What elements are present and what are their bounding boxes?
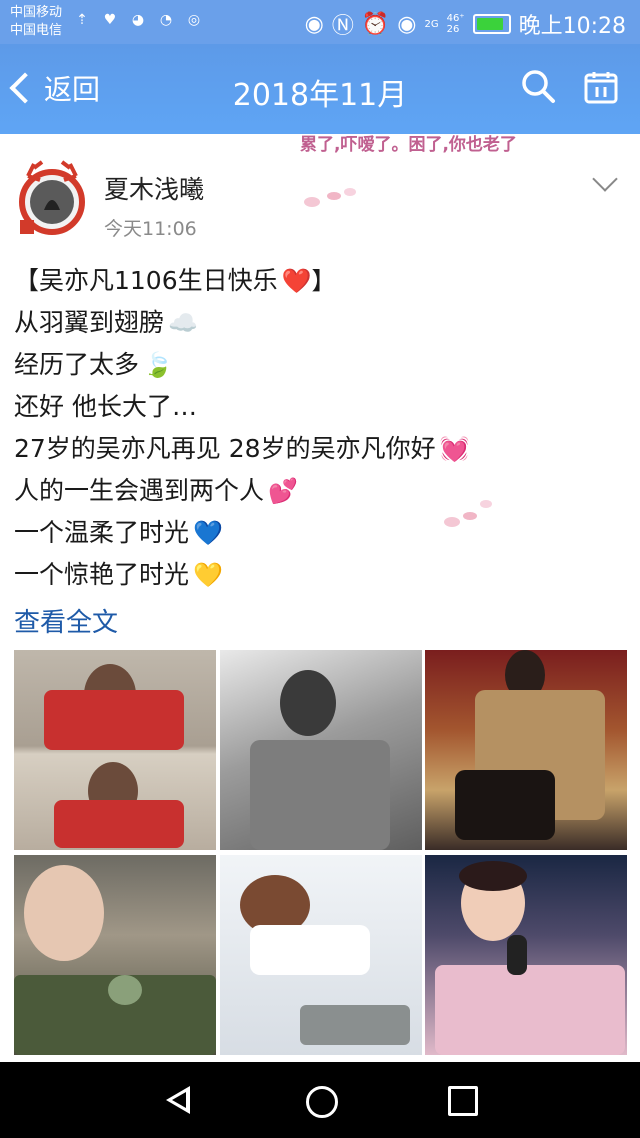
network-indicator: 46⁺ 26	[446, 13, 465, 35]
post-line: 经历了太多 🍃	[14, 350, 173, 379]
hotspot-icon: ◉	[304, 11, 324, 37]
post-author[interactable]: 夏木浅曦	[104, 170, 204, 206]
system-nav-bar	[0, 1062, 640, 1138]
photo-thumbnail[interactable]	[425, 650, 627, 850]
post-line: 还好 他长大了…	[14, 392, 197, 421]
post-line: 人的一生会遇到两个人 💕	[14, 476, 298, 505]
avatar[interactable]	[14, 160, 90, 236]
nav-home-icon[interactable]	[306, 1086, 338, 1118]
photo-thumbnail[interactable]	[425, 855, 627, 1055]
nfc-icon: Ⓝ	[331, 14, 354, 39]
photo-thumbnail[interactable]	[220, 650, 422, 850]
search-icon[interactable]	[520, 68, 556, 104]
view-full-text-link[interactable]: 查看全文	[14, 602, 118, 639]
top-header: 返回 2018年11月	[0, 44, 640, 134]
status-bar: 中国移动 中国电信 ⇡ ♥ ◕ ◔ ◎ ◉ Ⓝ ⏰ ◉ 2G 46⁺ 26 晚上1…	[0, 0, 640, 44]
nav-back-icon-inner	[172, 1092, 186, 1108]
calendar-icon[interactable]	[584, 70, 618, 104]
post-line: 一个惊艳了时光 💛	[14, 560, 223, 589]
weibo-icon-2: ◔	[159, 12, 173, 28]
battery-icon	[472, 14, 511, 34]
heart-icon: ♥	[103, 12, 117, 28]
nav-recents-icon[interactable]	[448, 1086, 478, 1116]
carrier-info: 中国移动 中国电信	[10, 4, 62, 40]
photo-thumbnail[interactable]	[14, 650, 216, 850]
post-line: 【吴亦凡1106生日快乐 ❤️】	[14, 266, 336, 295]
network-small: 2G	[424, 18, 439, 30]
post-text: 【吴亦凡1106生日快乐 ❤️】 从羽翼到翅膀 ☁️ 经历了太多 🍃 还好 他长大了……	[14, 260, 624, 596]
notification-icons: ⇡ ♥ ◕ ◔ ◎	[72, 10, 204, 30]
banner-decoration: 累了,吓嗳了。困了,你也老了	[0, 134, 640, 154]
carrier-2: 中国电信	[10, 23, 63, 38]
clock: 晚上10:28	[518, 14, 626, 39]
banner-text: 累了,吓嗳了。困了,你也老了	[300, 135, 517, 154]
weibo-icon: ◕	[131, 12, 145, 28]
upload-icon: ⇡	[76, 12, 88, 28]
photo-thumbnail[interactable]	[14, 855, 216, 1055]
status-right: ◉ Ⓝ ⏰ ◉ 2G 46⁺ 26 晚上10:28	[305, 8, 626, 40]
chevron-down-icon[interactable]	[592, 166, 618, 192]
post-line: 一个温柔了时光 💙	[14, 518, 223, 547]
post-line: 27岁的吴亦凡再见 28岁的吴亦凡你好 💓	[14, 434, 470, 463]
petal-decoration-icon	[304, 188, 356, 207]
eye-icon: ◉	[397, 11, 417, 37]
post-timestamp: 今天11:06	[104, 218, 197, 240]
carrier-1: 中国移动	[10, 5, 63, 20]
post-line: 从羽翼到翅膀 ☁️	[14, 308, 198, 337]
signal-circle-icon: ◎	[187, 12, 201, 28]
alarm-icon: ⏰	[361, 11, 390, 37]
photo-thumbnail[interactable]	[220, 855, 422, 1055]
